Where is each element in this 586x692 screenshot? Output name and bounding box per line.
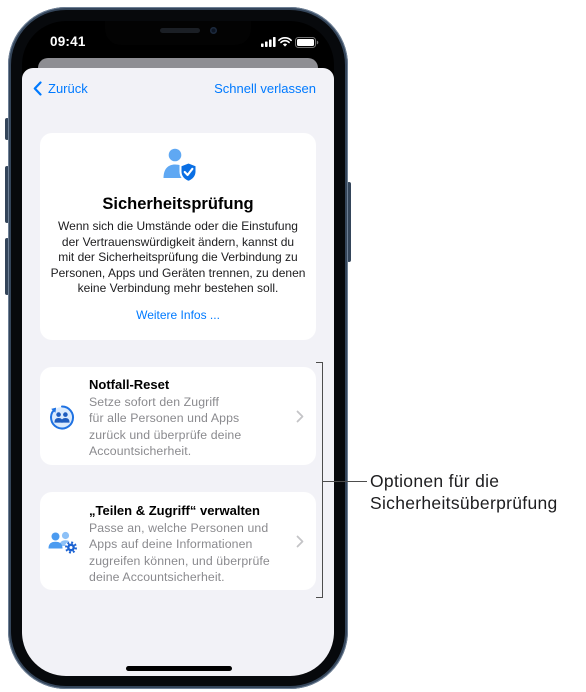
notch xyxy=(105,21,251,45)
chevron-right-icon xyxy=(296,410,304,423)
callout-label: Optionen für die Sicherheitsüberprüfung xyxy=(370,470,558,514)
intro-description: Wenn sich die Umstände oder die Einstufu… xyxy=(40,219,316,297)
page-title: Sicherheitsprüfung xyxy=(102,195,254,213)
safety-check-intro-card: Sicherheitsprüfung Wenn sich die Umständ… xyxy=(40,133,316,340)
emergency-reset-icon xyxy=(50,405,74,430)
front-camera xyxy=(210,27,217,34)
option-text: Notfall-Reset Setze sofort den Zugriff f… xyxy=(89,377,241,460)
option-description-line: zugreifen können, und überprüfe xyxy=(89,553,270,568)
earpiece-speaker xyxy=(160,28,200,33)
back-button-label: Zurück xyxy=(48,81,88,96)
option-description-line: Setze sofort den Zugriff xyxy=(89,394,219,409)
callout-line: Optionen für die xyxy=(370,471,500,491)
emergency-reset-option[interactable]: Notfall-Reset Setze sofort den Zugriff f… xyxy=(40,367,316,465)
option-description-line: Apps auf deine Informationen xyxy=(89,537,253,551)
chevron-right-icon xyxy=(296,535,304,548)
chevron-left-icon xyxy=(33,81,42,96)
person-shield-checkmark-icon xyxy=(163,148,198,183)
option-description-line: Accountsicherheit. xyxy=(89,444,192,458)
manage-sharing-access-option[interactable]: „Teilen & Zugriff“ verwalten Passe an, w… xyxy=(40,492,316,590)
option-title: „Teilen & Zugriff“ verwalten xyxy=(89,503,260,518)
callout-bracket-top-tick xyxy=(316,362,323,363)
quick-exit-button[interactable]: Schnell verlassen xyxy=(214,79,316,99)
wifi-icon xyxy=(278,37,292,47)
manage-sharing-access-icon xyxy=(48,531,78,554)
callout-line: Sicherheitsüberprüfung xyxy=(370,493,558,513)
phone-screen: 09:41 Zurück Schnell verlassen Sicherhei… xyxy=(22,21,334,676)
option-description-line: für alle Personen und Apps xyxy=(89,411,240,425)
iphone-frame: 09:41 Zurück Schnell verlassen Sicherhei… xyxy=(8,7,348,689)
option-description-line: deine Accountsicherheit. xyxy=(89,570,225,584)
safety-check-sheet: Zurück Schnell verlassen Sicherheitsprüf… xyxy=(22,68,334,676)
intro-description-line: mit der Sicherheitsprüfung die Verbindun… xyxy=(58,250,298,264)
option-title: Notfall-Reset xyxy=(89,377,170,392)
battery-icon xyxy=(295,37,319,48)
intro-description-line: der Vertrauenswürdigkeit ändern, kannst … xyxy=(61,234,295,249)
status-time: 09:41 xyxy=(50,34,86,49)
intro-description-line: Wenn sich die Umstände oder die Einstufu… xyxy=(58,219,298,233)
option-description-line: Passe an, welche Personen und xyxy=(89,520,269,535)
home-indicator[interactable] xyxy=(126,666,232,671)
callout-leader-line xyxy=(322,481,367,482)
learn-more-row: Weitere Infos ... xyxy=(40,307,316,323)
option-description-line: zurück und überprüfe deine xyxy=(89,427,242,442)
learn-more-link[interactable]: Weitere Infos ... xyxy=(136,308,220,322)
intro-description-line: keine Verbindung mehr bestehen soll. xyxy=(77,281,279,295)
back-button[interactable]: Zurück xyxy=(33,79,105,99)
callout-bracket-bottom-tick xyxy=(316,597,323,598)
callout-bracket xyxy=(322,362,323,598)
intro-description-line: Personen, Apps und Geräten trennen, zu d… xyxy=(50,265,306,280)
option-text: „Teilen & Zugriff“ verwalten Passe an, w… xyxy=(89,503,270,586)
cellular-signal-icon xyxy=(261,37,276,47)
